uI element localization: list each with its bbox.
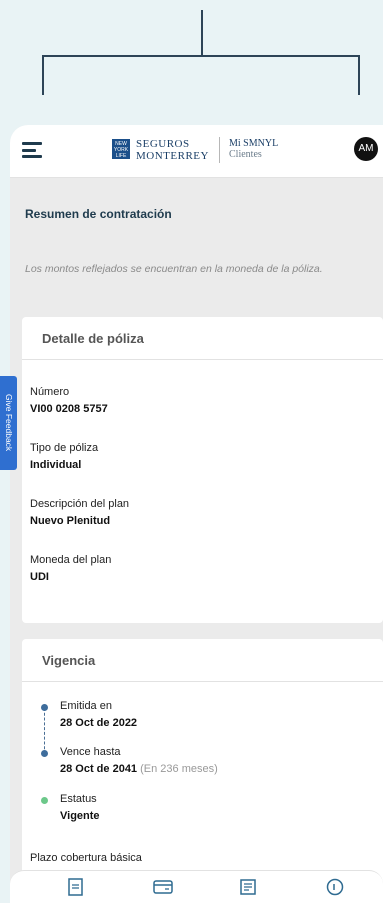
status-item: Estatus Vigente [60,791,100,825]
field-label: Moneda del plan [30,554,112,566]
payment-card-icon[interactable] [152,877,174,897]
expires-label: Vence hasta [60,746,121,758]
issued-value: 28 Oct de 2022 [60,717,138,729]
expires-item: Vence hasta 28 Oct de 2041 (En 236 meses… [60,744,218,778]
connector-line-right [358,55,360,95]
currency-notice: Los montos reflejados se encuentran en l… [25,263,323,275]
bottom-navigation [10,870,383,903]
page-title: Resumen de contratación [25,207,172,221]
policy-number-field: Número VI00 0208 5757 [30,384,108,418]
plan-description-field: Descripción del plan Nuevo Plenitud [30,496,129,530]
brand-line-1: SEGUROS [136,138,190,150]
hamburger-menu-icon[interactable] [22,142,42,158]
top-bar: NEW YORK LIFE SEGUROS MONTERREY Mi SMNYL… [10,125,383,178]
field-label: Tipo de póliza [30,442,99,454]
app-name-line-2: Clientes [229,149,262,160]
brand-line-2: MONTERREY [136,150,209,162]
give-feedback-button[interactable]: Give Feedback [0,376,17,470]
status-value: Vigente [60,810,100,822]
app-name: Mi SMNYL Clientes [229,138,278,160]
timeline-line [44,708,45,754]
validity-title: Vigencia [22,639,383,682]
policy-detail-title: Detalle de póliza [22,317,383,360]
expires-value-row: 28 Oct de 2041 (En 236 meses) [60,761,218,778]
timeline-dot-expires [41,750,48,757]
expires-remaining: (En 236 meses) [140,763,218,775]
field-value: Nuevo Plenitud [30,515,111,527]
avatar[interactable]: AM [354,137,378,161]
field-value: VI00 0208 5757 [30,403,108,415]
connector-line-left [42,55,44,95]
expires-value: 28 Oct de 2041 [60,763,138,775]
field-label: Número [30,386,70,398]
timeline-dot-issued [41,704,48,711]
connector-line-horizontal [42,55,360,57]
issued-label: Emitida en [60,700,112,712]
field-label: Descripción del plan [30,498,130,510]
field-value: Individual [30,459,82,471]
new-york-life-logo: NEW YORK LIFE [112,139,130,159]
coverage-term-label: Plazo cobertura básica [30,852,142,864]
issued-item: Emitida en 28 Oct de 2022 [60,698,137,732]
brand-name: SEGUROS MONTERREY [136,138,209,162]
connector-line-vertical [201,10,203,56]
status-label: Estatus [60,793,97,805]
document-icon[interactable] [238,877,260,897]
policy-type-field: Tipo de póliza Individual [30,440,98,474]
app-name-line-1: Mi SMNYL [229,138,279,149]
app-screen: NEW YORK LIFE SEGUROS MONTERREY Mi SMNYL… [10,125,383,902]
header-divider [219,137,220,163]
status-dot [41,797,48,804]
policy-icon[interactable] [65,877,87,897]
field-value: UDI [30,571,49,583]
plan-currency-field: Moneda del plan UDI [30,552,111,586]
notification-icon[interactable] [325,877,347,897]
